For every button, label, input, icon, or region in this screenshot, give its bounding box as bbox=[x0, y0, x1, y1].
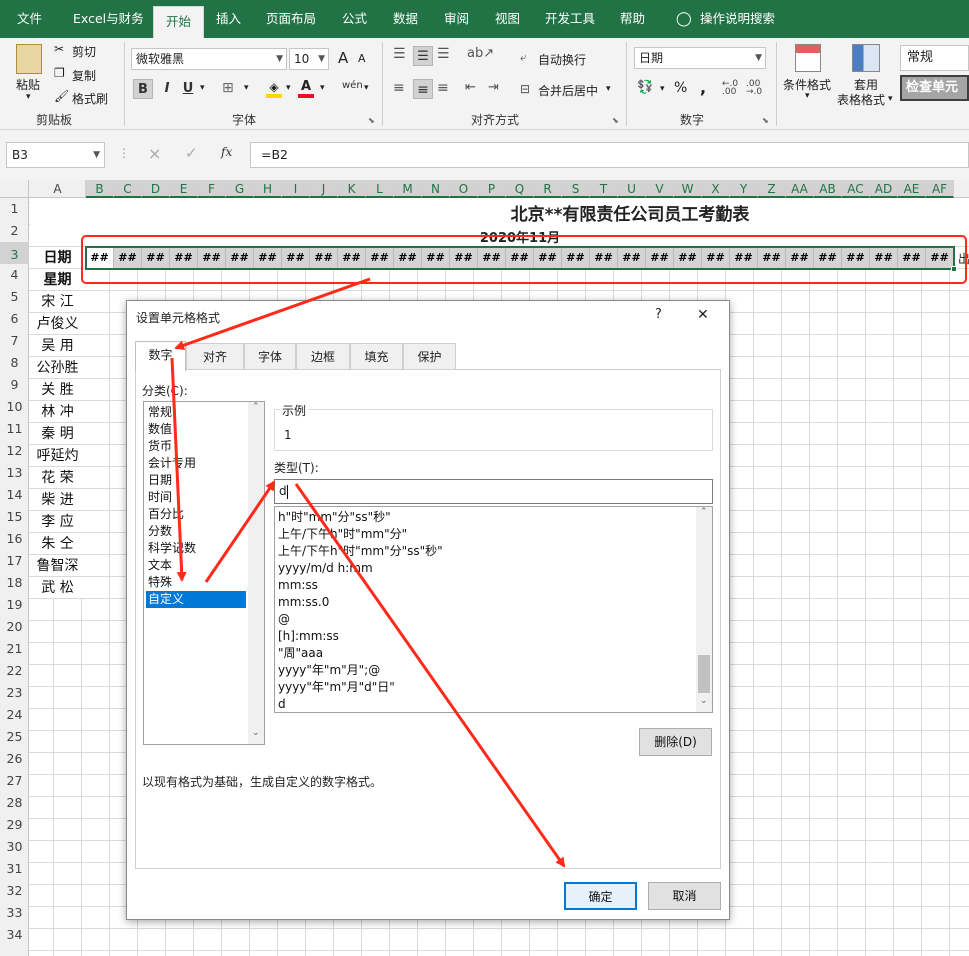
annotation-arrow bbox=[174, 277, 371, 351]
annotation-arrow bbox=[294, 483, 566, 868]
annotation-layer bbox=[81, 235, 967, 868]
annotation-arrow bbox=[204, 480, 276, 583]
annotation-arrow bbox=[170, 357, 187, 582]
annotation-box bbox=[81, 235, 967, 284]
